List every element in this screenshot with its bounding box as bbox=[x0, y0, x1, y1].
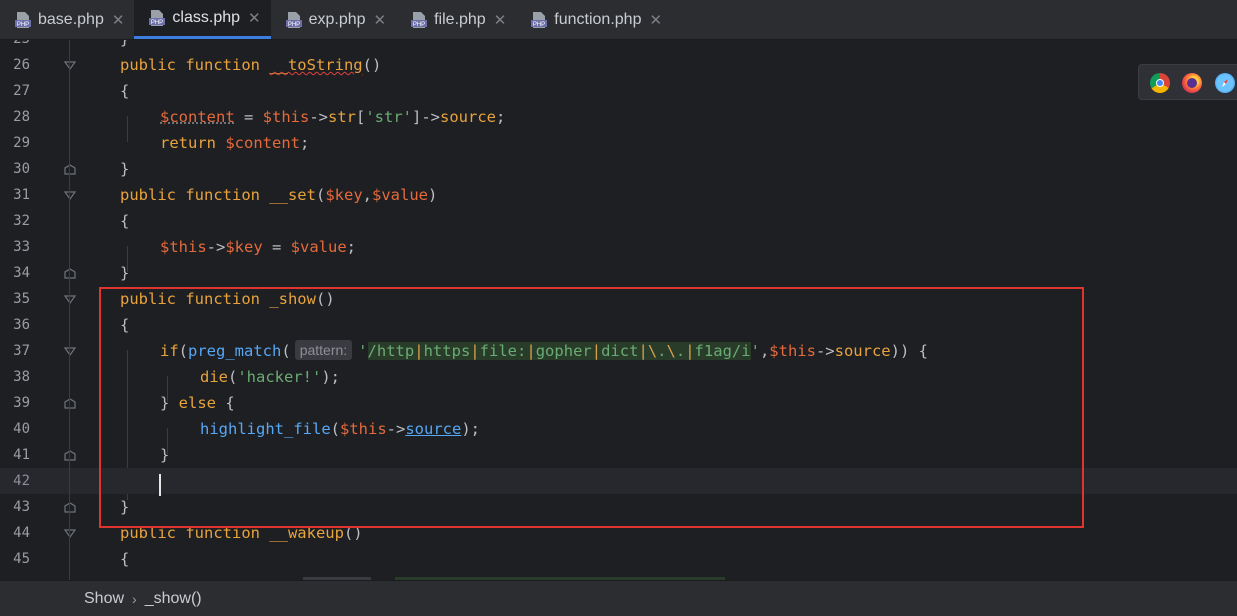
breadcrumb: Show › _show() bbox=[0, 580, 1237, 616]
line-number: 35 bbox=[13, 291, 30, 307]
line-number: 39 bbox=[13, 395, 30, 411]
tab-label: file.php bbox=[434, 10, 486, 28]
highlight-annotation-box bbox=[99, 287, 1084, 528]
tab-label: class.php bbox=[172, 9, 241, 26]
code-line-34[interactable]: 34 } bbox=[0, 260, 1237, 286]
close-icon[interactable]: ✕ bbox=[494, 11, 507, 29]
php-file-icon: PHP bbox=[285, 11, 303, 29]
code-line-45[interactable]: 45 { bbox=[0, 546, 1237, 572]
line-number: 40 bbox=[13, 421, 30, 437]
fold-end-icon[interactable] bbox=[64, 449, 76, 461]
chrome-icon[interactable] bbox=[1150, 73, 1170, 93]
line-number: 42 bbox=[13, 473, 30, 489]
code-text: public function __set($key,$value) bbox=[120, 186, 438, 204]
fold-end-icon[interactable] bbox=[64, 267, 76, 279]
code-line-32[interactable]: 32 { bbox=[0, 208, 1237, 234]
line-number: 27 bbox=[13, 83, 30, 99]
php-file-icon: PHP bbox=[530, 11, 548, 29]
breadcrumb-separator: › bbox=[132, 590, 137, 607]
php-file-icon: PHP bbox=[148, 9, 166, 27]
breadcrumb-item-method[interactable]: _show() bbox=[145, 590, 202, 608]
tab-base-php[interactable]: PHP base.php ✕ bbox=[0, 0, 134, 39]
php-file-icon-label: PHP bbox=[17, 22, 29, 28]
safari-icon[interactable] bbox=[1215, 73, 1235, 93]
php-file-icon-label: PHP bbox=[413, 22, 425, 28]
code-text: { bbox=[120, 550, 130, 568]
line-number: 28 bbox=[13, 109, 30, 125]
code-text: $content = $this->str['str']->source; bbox=[160, 108, 506, 126]
code-text: } bbox=[120, 264, 130, 282]
tab-function-php[interactable]: PHP function.php ✕ bbox=[516, 0, 672, 39]
close-icon[interactable]: ✕ bbox=[649, 11, 662, 29]
line-number: 30 bbox=[13, 161, 30, 177]
browser-preview-popup bbox=[1138, 64, 1237, 100]
line-number: 41 bbox=[13, 447, 30, 463]
code-line-25[interactable]: 25 } bbox=[0, 40, 1237, 52]
fold-arrow-icon[interactable] bbox=[63, 345, 77, 357]
tab-class-php[interactable]: PHP class.php ✕ bbox=[134, 0, 271, 39]
fold-arrow-icon[interactable] bbox=[63, 189, 77, 201]
line-number: 34 bbox=[13, 265, 30, 281]
line-number: 32 bbox=[13, 213, 30, 229]
fold-guide-line bbox=[69, 40, 70, 580]
fold-end-icon[interactable] bbox=[64, 397, 76, 409]
code-editor[interactable]: 25 } 26 public function __toString() 27 … bbox=[0, 40, 1237, 580]
php-file-icon: PHP bbox=[410, 11, 428, 29]
code-line-28[interactable]: 28 $content = $this->str['str']->source; bbox=[0, 104, 1237, 130]
editor-tab-bar: PHP base.php ✕ PHP class.php ✕ PHP exp.p… bbox=[0, 0, 1237, 40]
tab-label: exp.php bbox=[308, 10, 366, 28]
close-icon[interactable]: ✕ bbox=[112, 11, 125, 29]
code-text: { bbox=[120, 82, 130, 100]
fold-end-icon[interactable] bbox=[64, 501, 76, 513]
line-number: 43 bbox=[13, 499, 30, 515]
code-line-27[interactable]: 27 { bbox=[0, 78, 1237, 104]
line-number: 36 bbox=[13, 317, 30, 333]
line-number: 38 bbox=[13, 369, 30, 385]
code-text: $this->$key = $value; bbox=[160, 238, 357, 256]
breadcrumb-item-class[interactable]: Show bbox=[84, 590, 124, 608]
code-line-29[interactable]: 29 return $content; bbox=[0, 130, 1237, 156]
fold-arrow-icon[interactable] bbox=[63, 59, 77, 71]
line-number: 26 bbox=[13, 57, 30, 73]
tab-exp-php[interactable]: PHP exp.php ✕ bbox=[271, 0, 397, 39]
fold-end-icon[interactable] bbox=[64, 163, 76, 175]
firefox-icon[interactable] bbox=[1182, 73, 1202, 93]
line-number: 33 bbox=[13, 239, 30, 255]
code-line-31[interactable]: 31 public function __set($key,$value) bbox=[0, 182, 1237, 208]
line-number: 37 bbox=[13, 343, 30, 359]
fold-arrow-icon[interactable] bbox=[63, 527, 77, 539]
fold-arrow-icon[interactable] bbox=[63, 293, 77, 305]
code-text: return $content; bbox=[160, 134, 310, 152]
tab-label: function.php bbox=[554, 10, 642, 28]
tab-label: base.php bbox=[38, 10, 104, 28]
line-number: 31 bbox=[13, 187, 30, 203]
code-text: public function __toString() bbox=[120, 56, 382, 74]
close-icon[interactable]: ✕ bbox=[248, 9, 261, 27]
close-icon[interactable]: ✕ bbox=[374, 11, 387, 29]
line-number: 44 bbox=[13, 525, 30, 541]
line-number: 45 bbox=[13, 551, 30, 567]
code-line-26[interactable]: 26 public function __toString() bbox=[0, 52, 1237, 78]
line-number: 25 bbox=[8, 40, 30, 52]
php-file-icon: PHP bbox=[14, 11, 32, 29]
php-file-icon-label: PHP bbox=[287, 22, 299, 28]
php-file-icon-label: PHP bbox=[533, 22, 545, 28]
code-text: } bbox=[120, 160, 130, 178]
line-number: 29 bbox=[13, 135, 30, 151]
code-line-30[interactable]: 30 } bbox=[0, 156, 1237, 182]
php-file-icon-label: PHP bbox=[151, 20, 163, 26]
tab-file-php[interactable]: PHP file.php ✕ bbox=[396, 0, 516, 39]
code-text: } bbox=[120, 40, 129, 52]
code-line-33[interactable]: 33 $this->$key = $value; bbox=[0, 234, 1237, 260]
code-text: { bbox=[120, 212, 130, 230]
